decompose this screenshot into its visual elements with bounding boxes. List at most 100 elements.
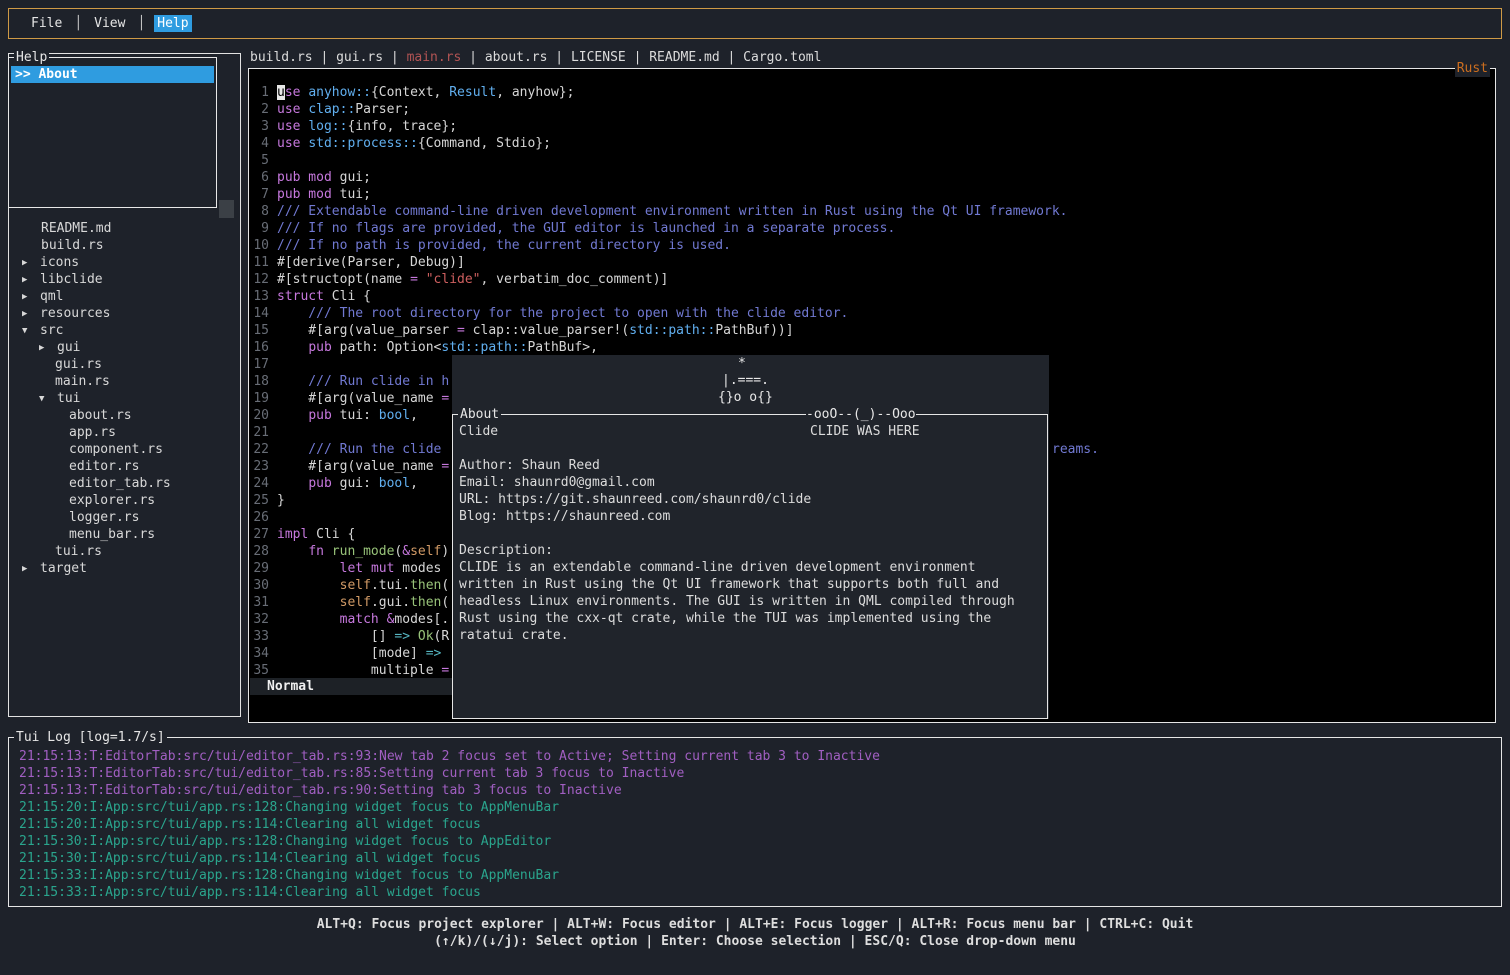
- code-line-21[interactable]: 21: [250, 424, 277, 441]
- code-line-4[interactable]: 4use std::process::{Command, Stdio};: [250, 135, 551, 152]
- code-line-26[interactable]: 26: [250, 509, 277, 526]
- code-line-11[interactable]: 11#[derive(Parser, Debug)]: [250, 254, 465, 271]
- owl-art-feet: -ooO--(_)--Ooo: [806, 406, 916, 423]
- line-number: 3: [250, 118, 269, 135]
- code-line-8[interactable]: 8/// Extendable command-line driven deve…: [250, 203, 1068, 220]
- code-line-27[interactable]: 27impl Cli {: [250, 526, 355, 543]
- code-text: #[derive(Parser, Debug)]: [277, 255, 465, 270]
- tree-item-tui[interactable]: ▼tui: [9, 390, 240, 407]
- code-line-5[interactable]: 5: [250, 152, 277, 169]
- code-line-23[interactable]: 23 #[arg(value_name =: [250, 458, 449, 475]
- menu-separator: │: [137, 15, 145, 32]
- menu-item-file[interactable]: File: [28, 15, 65, 32]
- chevron-down-icon: ▼: [22, 323, 27, 340]
- code-line-1[interactable]: 1use anyhow::{Context, Result, anyhow};: [250, 84, 574, 101]
- code-line-3[interactable]: 3use log::{info, trace};: [250, 118, 457, 135]
- tab-readme-md[interactable]: README.md: [649, 49, 719, 66]
- code-text: match &modes[.: [277, 612, 449, 627]
- code-line-17[interactable]: 17: [250, 356, 277, 373]
- tree-item-about-rs[interactable]: about.rs: [9, 407, 240, 424]
- tree-item-editor-tab-rs[interactable]: editor_tab.rs: [9, 475, 240, 492]
- menu-separator: │: [74, 15, 82, 32]
- tree-item-icons[interactable]: ▶icons: [9, 254, 240, 271]
- code-line-6[interactable]: 6pub mod gui;: [250, 169, 371, 186]
- code-line-22[interactable]: 22 /// Run the clide: [250, 441, 449, 458]
- tab-separator: |: [461, 49, 484, 66]
- code-line-25[interactable]: 25}: [250, 492, 285, 509]
- tree-item-gui-rs[interactable]: gui.rs: [9, 356, 240, 373]
- code-line-33[interactable]: 33 [] => Ok(R: [250, 628, 449, 645]
- tab-about-rs[interactable]: about.rs: [485, 49, 548, 66]
- code-line-24[interactable]: 24 pub gui: bool,: [250, 475, 418, 492]
- tree-item-label: tui.rs: [55, 543, 102, 560]
- line-number: 20: [250, 407, 269, 424]
- tree-item-app-rs[interactable]: app.rs: [9, 424, 240, 441]
- description-line: Rust using the cxx-qt crate, while the T…: [459, 610, 991, 627]
- log-line-7: 21:15:30:I:App:src/tui/app.rs:114:Cleari…: [19, 850, 481, 867]
- tree-item-label: icons: [40, 254, 79, 271]
- code-line-12[interactable]: 12#[structopt(name = "clide", verbatim_d…: [250, 271, 668, 288]
- code-line-32[interactable]: 32 match &modes[.: [250, 611, 449, 628]
- menu-item-help[interactable]: Help: [154, 15, 191, 32]
- code-line-18[interactable]: 18 /// Run clide in h: [250, 373, 449, 390]
- tree-item-qml[interactable]: ▶qml: [9, 288, 240, 305]
- tree-item-explorer-rs[interactable]: explorer.rs: [9, 492, 240, 509]
- tree-item-label: gui.rs: [55, 356, 102, 373]
- tree-item-component-rs[interactable]: component.rs: [9, 441, 240, 458]
- tab-build-rs[interactable]: build.rs: [250, 49, 313, 66]
- tree-item-editor-rs[interactable]: editor.rs: [9, 458, 240, 475]
- menu-item-view[interactable]: View: [91, 15, 128, 32]
- code-line-34[interactable]: 34 [mode] =>: [250, 645, 441, 662]
- code-line-9[interactable]: 9/// If no flags are provided, the GUI e…: [250, 220, 895, 237]
- code-text: /// Run the clide: [277, 442, 449, 457]
- tab-gui-rs[interactable]: gui.rs: [336, 49, 383, 66]
- owl-art-star: *: [738, 355, 746, 372]
- line-number: 9: [250, 220, 269, 237]
- tab-main-rs[interactable]: main.rs: [407, 49, 462, 66]
- code-line-7[interactable]: 7pub mod tui;: [250, 186, 371, 203]
- tree-item-label: editor.rs: [69, 458, 139, 475]
- tab-cargo-toml[interactable]: Cargo.toml: [743, 49, 821, 66]
- tab-separator: |: [626, 49, 649, 66]
- chevron-right-icon: ▶: [22, 272, 27, 289]
- tree-item-main-rs[interactable]: main.rs: [9, 373, 240, 390]
- code-line-31[interactable]: 31 self.gui.then(: [250, 594, 449, 611]
- code-line-10[interactable]: 10/// If no path is provided, the curren…: [250, 237, 731, 254]
- line-number: 21: [250, 424, 269, 441]
- tree-item-src[interactable]: ▼src: [9, 322, 240, 339]
- code-line-30[interactable]: 30 self.tui.then(: [250, 577, 449, 594]
- code-line-2[interactable]: 2use clap::Parser;: [250, 101, 410, 118]
- tree-item-tui-rs[interactable]: tui.rs: [9, 543, 240, 560]
- code-line-14[interactable]: 14 /// The root directory for the projec…: [250, 305, 848, 322]
- code-text: fn run_mode(&self): [277, 544, 449, 559]
- tree-item-logger-rs[interactable]: logger.rs: [9, 509, 240, 526]
- code-line-20[interactable]: 20 pub tui: bool,: [250, 407, 418, 424]
- tree-item-label: qml: [40, 288, 63, 305]
- code-text: pub mod tui;: [277, 187, 371, 202]
- code-line-16[interactable]: 16 pub path: Option<std::path::PathBuf>,: [250, 339, 598, 356]
- line-number: 31: [250, 594, 269, 611]
- tree-item-target[interactable]: ▶target: [9, 560, 240, 577]
- code-line-28[interactable]: 28 fn run_mode(&self): [250, 543, 449, 560]
- line-number: 35: [250, 662, 269, 679]
- tree-item-gui[interactable]: ▶gui: [9, 339, 240, 356]
- code-text: pub path: Option<std::path::PathBuf>,: [277, 340, 598, 355]
- explorer-scrollbar-thumb[interactable]: [219, 200, 234, 218]
- tab-license[interactable]: LICENSE: [571, 49, 626, 66]
- help-menu-item-about[interactable]: >> About: [11, 66, 214, 83]
- code-line-19[interactable]: 19 #[arg(value_name =: [250, 390, 449, 407]
- code-line-35[interactable]: 35 multiple =: [250, 662, 449, 679]
- tree-item-menu-bar-rs[interactable]: menu_bar.rs: [9, 526, 240, 543]
- editor-mode-bar: Normal: [250, 678, 455, 695]
- line-number: 25: [250, 492, 269, 509]
- code-line-29[interactable]: 29 let mut modes: [250, 560, 441, 577]
- code-line-15[interactable]: 15 #[arg(value_parser = clap::value_pars…: [250, 322, 794, 339]
- line-number: 5: [250, 152, 269, 169]
- tree-item-readme-md[interactable]: README.md: [9, 220, 240, 237]
- tree-item-resources[interactable]: ▶resources: [9, 305, 240, 322]
- code-text: pub gui: bool,: [277, 476, 418, 491]
- code-line-13[interactable]: 13struct Cli {: [250, 288, 371, 305]
- tree-item-build-rs[interactable]: build.rs: [9, 237, 240, 254]
- code-text: /// Extendable command-line driven devel…: [277, 204, 1068, 219]
- tree-item-libclide[interactable]: ▶libclide: [9, 271, 240, 288]
